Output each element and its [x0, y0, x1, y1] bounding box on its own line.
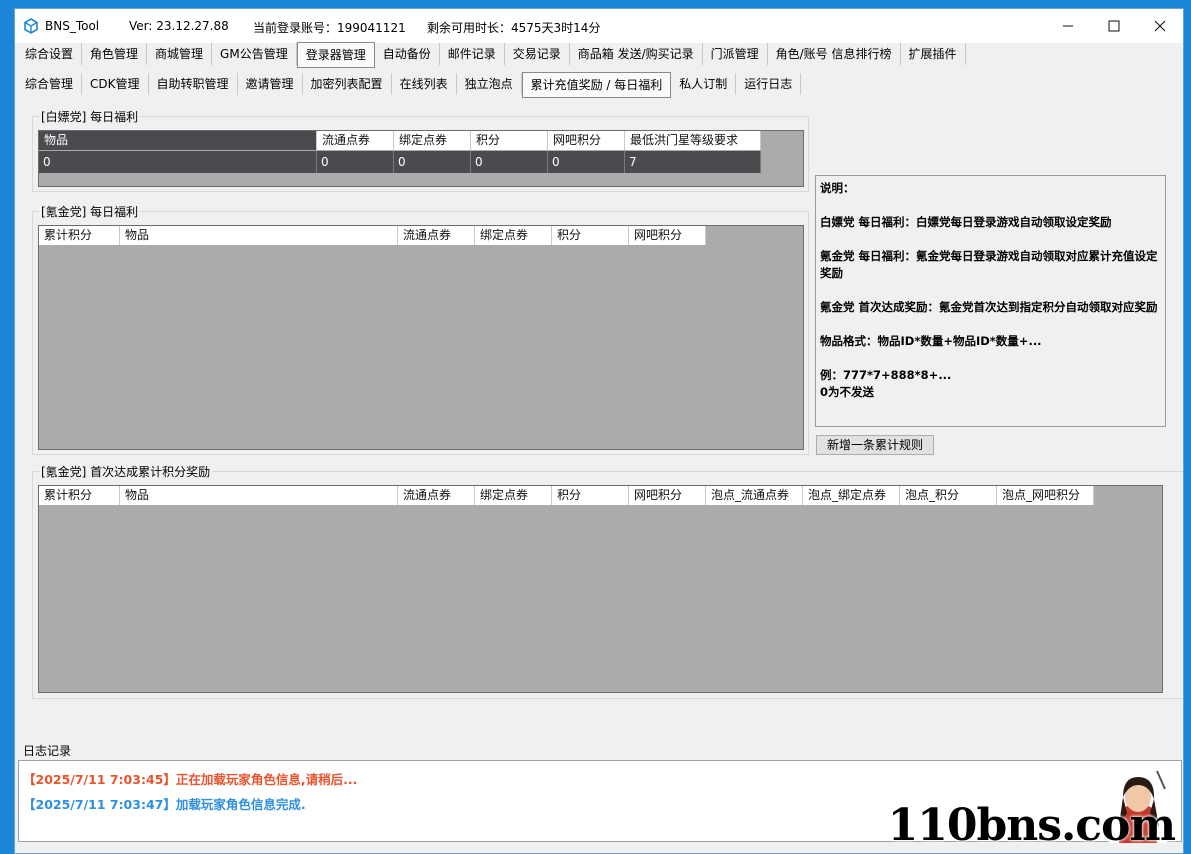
grid-header[interactable]: 绑定点券 — [394, 131, 471, 150]
app-name: BNS_Tool — [45, 19, 100, 33]
grid-cell[interactable]: 0 — [317, 151, 394, 173]
grid-header[interactable]: 泡点_绑定点券 — [803, 486, 900, 505]
grid-header[interactable]: 网吧积分 — [629, 486, 706, 505]
explain-free-daily: 白嫖党 每日福利：白嫖党每日登录游戏自动领取设定奖励 — [820, 215, 1112, 229]
log-label: 日志记录 — [23, 744, 72, 758]
grid-cell[interactable]: 7 — [625, 151, 761, 173]
free-daily-grid[interactable]: 物品 流通点券 绑定点券 积分 网吧积分 最低洪门星等级要求 0 0 0 0 0… — [38, 130, 804, 187]
maximize-icon — [1108, 20, 1120, 32]
main-window: BNS_Tool Ver: 23.12.27.88 当前登录账号：1990411… — [14, 8, 1184, 854]
tab-character-management[interactable]: 角色管理 — [82, 43, 148, 65]
tab-mail-records[interactable]: 邮件记录 — [440, 43, 505, 65]
grid-header[interactable]: 网吧积分 — [548, 131, 625, 150]
grid-header[interactable]: 物品 — [120, 226, 398, 245]
grid-cell[interactable]: 0 — [548, 151, 625, 173]
maximize-button[interactable] — [1091, 9, 1137, 43]
tab-rankings[interactable]: 角色/账号 信息排行榜 — [768, 43, 901, 65]
main-tab-bar: 综合设置 角色管理 商城管理 GM公告管理 登录器管理 自动备份 邮件记录 交易记录 商品箱 发… — [17, 42, 966, 68]
log-line: 【2025/7/11 7:03:47】加载玩家角色信息完成. — [23, 797, 306, 812]
explain-example: 例：777*7+888*8+... — [820, 368, 952, 382]
group-free-daily-title: [白嫖党] 每日福利 — [39, 108, 141, 125]
subtab-recharge-rewards[interactable]: 累计充值奖励 / 每日福利 — [521, 72, 672, 98]
add-rule-button[interactable]: 新增一条累计规则 — [816, 435, 934, 455]
grid-header[interactable]: 泡点_网吧积分 — [997, 486, 1094, 505]
minimize-button[interactable] — [1045, 9, 1091, 43]
group-first-reach-title: [氪金党] 首次达成累计积分奖励 — [39, 463, 213, 480]
grid-header[interactable]: 物品 — [120, 486, 398, 505]
explain-heading: 说明： — [820, 181, 855, 195]
grid-header[interactable]: 积分 — [552, 226, 629, 245]
tab-shop-management[interactable]: 商城管理 — [147, 43, 213, 65]
explain-zero-note: 0为不发送 — [820, 385, 875, 399]
remaining-time-label: 剩余可用时长：4575天3时14分 — [427, 21, 601, 35]
group-paid-daily: [氪金党] 每日福利 累计积分 物品 流通点券 绑定点券 积分 网吧积分 — [32, 203, 809, 455]
grid-header[interactable]: 流通点券 — [398, 486, 475, 505]
tab-trade-records[interactable]: 交易记录 — [505, 43, 570, 65]
tab-launcher-management[interactable]: 登录器管理 — [296, 42, 375, 68]
subtab-idle-points[interactable]: 独立泡点 — [457, 73, 522, 95]
grid-header[interactable]: 绑定点券 — [475, 226, 552, 245]
subtab-custom[interactable]: 私人订制 — [671, 73, 737, 95]
grid-cell[interactable]: 0 — [39, 151, 317, 173]
grid-header[interactable]: 积分 — [552, 486, 629, 505]
explanation-panel: 说明： 白嫖党 每日福利：白嫖党每日登录游戏自动领取设定奖励 氪金党 每日福利：… — [815, 175, 1166, 427]
paid-daily-grid[interactable]: 累计积分 物品 流通点券 绑定点券 积分 网吧积分 — [38, 225, 804, 450]
subtab-run-log[interactable]: 运行日志 — [736, 73, 802, 95]
grid-header[interactable]: 物品 — [39, 131, 317, 150]
subtab-invite[interactable]: 邀请管理 — [238, 73, 303, 95]
tab-extensions[interactable]: 扩展插件 — [901, 43, 966, 65]
app-cube-icon — [24, 18, 38, 34]
watermark: 110bns.com — [887, 800, 1176, 851]
subtab-encryption-list[interactable]: 加密列表配置 — [303, 73, 392, 95]
grid-header[interactable]: 累计积分 — [39, 226, 120, 245]
group-first-reach: [氪金党] 首次达成累计积分奖励 累计积分 物品 流通点券 绑定点券 积分 网吧… — [32, 463, 1183, 699]
grid-header[interactable]: 最低洪门星等级要求 — [625, 131, 761, 150]
version-label: Ver: 23.12.27.88 — [129, 19, 229, 33]
tab-guild-management[interactable]: 门派管理 — [703, 43, 768, 65]
grid-header[interactable]: 积分 — [471, 131, 548, 150]
minimize-icon — [1063, 25, 1073, 27]
explain-first-reach: 氪金党 首次达成奖励：氪金党首次达到指定积分自动领取对应奖励 — [820, 300, 1158, 314]
grid-header[interactable]: 流通点券 — [398, 226, 475, 245]
subtab-class-change[interactable]: 自助转职管理 — [149, 73, 238, 95]
account-label: 当前登录账号：199041121 — [253, 21, 406, 35]
grid-header[interactable]: 泡点_积分 — [900, 486, 997, 505]
subtab-cdk[interactable]: CDK管理 — [82, 73, 149, 95]
first-reach-grid[interactable]: 累计积分 物品 流通点券 绑定点券 积分 网吧积分 泡点_流通点券 泡点_绑定点… — [38, 485, 1163, 693]
title-bar: BNS_Tool Ver: 23.12.27.88 当前登录账号：1990411… — [15, 9, 1183, 43]
explain-paid-daily: 氪金党 每日福利：氪金党每日登录游戏自动领取对应累计充值设定奖励 — [820, 249, 1158, 280]
tab-general-settings[interactable]: 综合设置 — [17, 43, 83, 65]
tab-gm-announcement[interactable]: GM公告管理 — [212, 43, 297, 65]
grid-header[interactable]: 累计积分 — [39, 486, 120, 505]
grid-header[interactable]: 流通点券 — [317, 131, 394, 150]
subtab-overview[interactable]: 综合管理 — [17, 73, 83, 95]
grid-header[interactable]: 绑定点券 — [475, 486, 552, 505]
grid-header[interactable]: 泡点_流通点券 — [706, 486, 803, 505]
close-icon — [1154, 20, 1166, 32]
tab-auto-backup[interactable]: 自动备份 — [375, 43, 440, 65]
grid-cell[interactable]: 0 — [471, 151, 548, 173]
grid-cell[interactable]: 0 — [394, 151, 471, 173]
group-paid-daily-title: [氪金党] 每日福利 — [39, 203, 141, 220]
group-free-daily: [白嫖党] 每日福利 物品 流通点券 绑定点券 积分 网吧积分 最低洪门星等级要… — [32, 108, 809, 192]
log-line: 【2025/7/11 7:03:45】正在加载玩家角色信息,请稍后... — [23, 772, 358, 787]
sub-tab-bar: 综合管理 CDK管理 自助转职管理 邀请管理 加密列表配置 在线列表 独立泡点 累计充值奖励 … — [17, 72, 802, 98]
explain-item-format: 物品格式：物品ID*数量+物品ID*数量+... — [820, 334, 1042, 348]
close-button[interactable] — [1137, 9, 1183, 43]
tab-item-box-records[interactable]: 商品箱 发送/购买记录 — [570, 43, 703, 65]
subtab-online-list[interactable]: 在线列表 — [392, 73, 457, 95]
grid-header[interactable]: 网吧积分 — [629, 226, 706, 245]
